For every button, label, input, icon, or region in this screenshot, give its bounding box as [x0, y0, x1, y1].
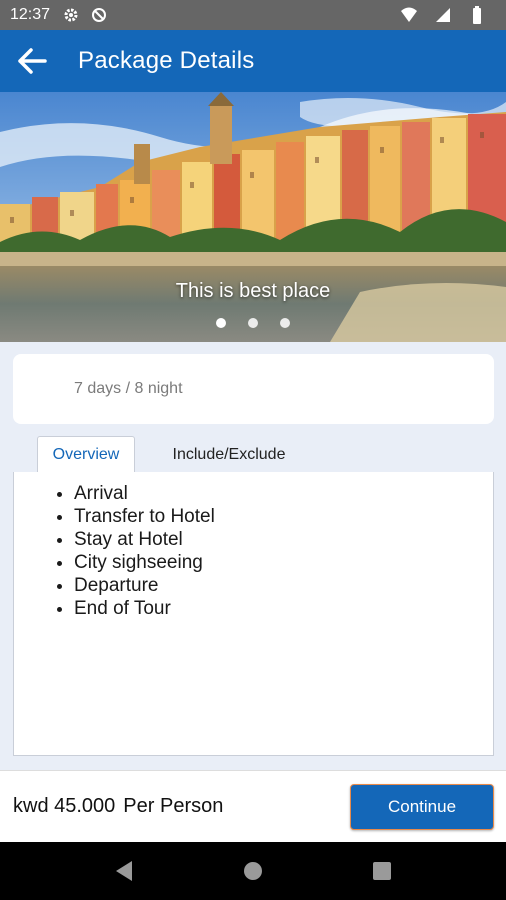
list-item: City sighseeing	[74, 551, 493, 574]
circle-home-icon	[243, 862, 262, 880]
triangle-back-icon	[116, 861, 133, 881]
content-area: 7 days / 8 night Overview Include/Exclud…	[0, 342, 506, 770]
nav-recents-button[interactable]	[362, 851, 402, 891]
tab-bar: Overview Include/Exclude	[13, 436, 494, 474]
list-item: Arrival	[74, 482, 493, 505]
hero-carousel[interactable]: This is best place	[0, 92, 506, 342]
price-label: kwd 45.000 Per Person	[13, 795, 223, 818]
carousel-dot[interactable]	[280, 318, 290, 328]
list-item: Transfer to Hotel	[74, 505, 493, 528]
square-recents-icon	[372, 862, 391, 880]
list-item: Stay at Hotel	[74, 528, 493, 551]
nav-home-button[interactable]	[233, 851, 273, 891]
battery-icon	[468, 6, 486, 24]
data-saver-icon	[90, 6, 108, 24]
system-nav-bar	[0, 842, 506, 900]
duration-text: 7 days / 8 night	[74, 380, 183, 397]
carousel-dot[interactable]	[248, 318, 258, 328]
list-item: End of Tour	[74, 597, 493, 620]
carousel-dot[interactable]	[216, 318, 226, 328]
overview-panel: Arrival Transfer to Hotel Stay at Hotel …	[13, 472, 494, 756]
cellular-signal-icon	[434, 6, 452, 24]
duration-card: 7 days / 8 night	[13, 354, 494, 424]
price-amount: kwd 45.000	[13, 795, 116, 817]
nav-back-button[interactable]	[104, 851, 144, 891]
hero-image	[0, 92, 506, 342]
wifi-icon	[400, 6, 418, 24]
itinerary-list: Arrival Transfer to Hotel Stay at Hotel …	[14, 472, 493, 620]
hero-caption: This is best place	[175, 280, 331, 302]
carousel-pagination	[0, 318, 506, 328]
arrow-left-icon	[18, 48, 47, 74]
checkout-bar: kwd 45.000 Per Person Continue	[0, 770, 506, 842]
app-bar: Package Details	[0, 30, 506, 92]
page-title: Package Details	[78, 47, 255, 74]
list-item: Departure	[74, 574, 493, 597]
status-time: 12:37	[10, 6, 51, 23]
tab-overview[interactable]: Overview	[37, 436, 135, 474]
tab-include-exclude[interactable]: Include/Exclude	[149, 436, 309, 473]
settings-gear-icon	[62, 6, 80, 24]
status-bar: 12:37	[0, 0, 506, 30]
back-button[interactable]	[0, 30, 64, 92]
continue-button[interactable]: Continue	[350, 784, 494, 830]
price-unit: Per Person	[123, 795, 224, 817]
